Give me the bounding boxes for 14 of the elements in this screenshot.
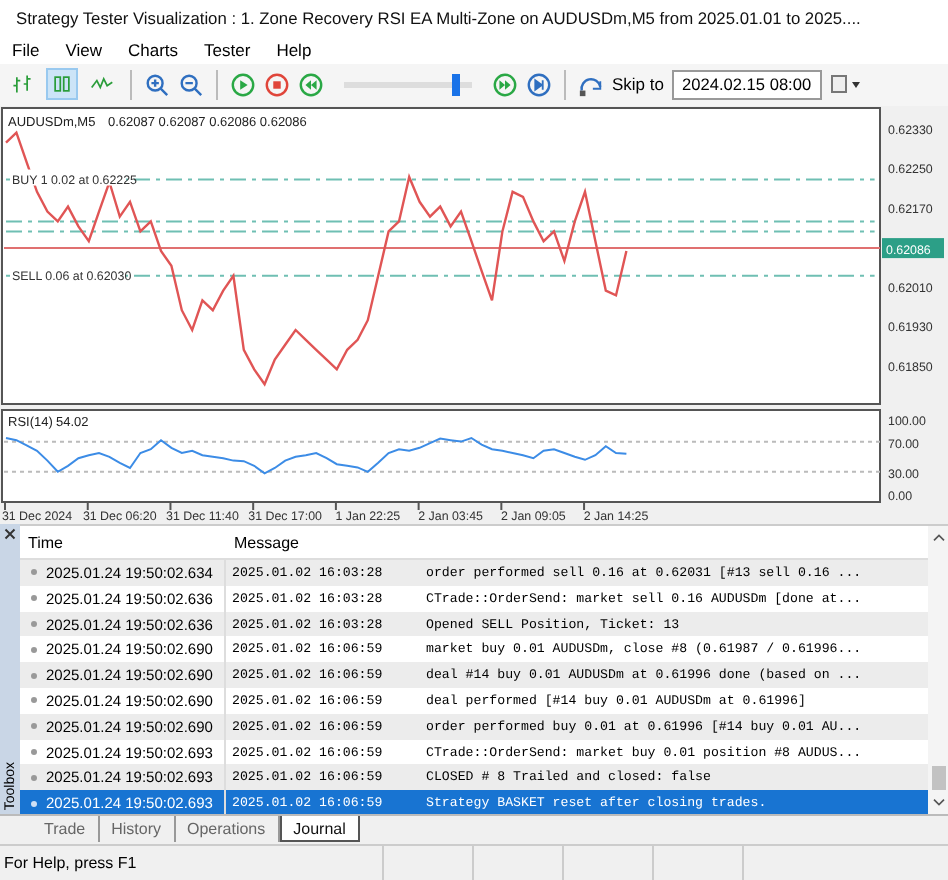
- window-title: Strategy Tester Visualization : 1. Zone Recovery RSI EA Multi-Zone on AUDUSDm,M5 from 2025.01.01 to 2025....: [16, 7, 861, 28]
- menu-item[interactable]: File: [12, 39, 40, 60]
- menu-item[interactable]: Charts: [127, 39, 179, 60]
- menu-item[interactable]: View: [65, 39, 102, 60]
- tab[interactable]: Journal: [279, 816, 360, 843]
- menu-item[interactable]: Help: [276, 39, 312, 60]
- status-text: For Help, press F1: [2, 854, 139, 873]
- tab[interactable]: History: [99, 816, 175, 843]
- date-field[interactable]: 2024.02.15 08:00: [672, 69, 822, 100]
- tab[interactable]: Trade: [32, 816, 100, 843]
- menu-item[interactable]: Tester: [204, 39, 251, 60]
- column-header[interactable]: Message: [226, 533, 928, 552]
- skip-to-label: Skip to: [612, 74, 664, 95]
- column-header[interactable]: Time: [20, 533, 226, 552]
